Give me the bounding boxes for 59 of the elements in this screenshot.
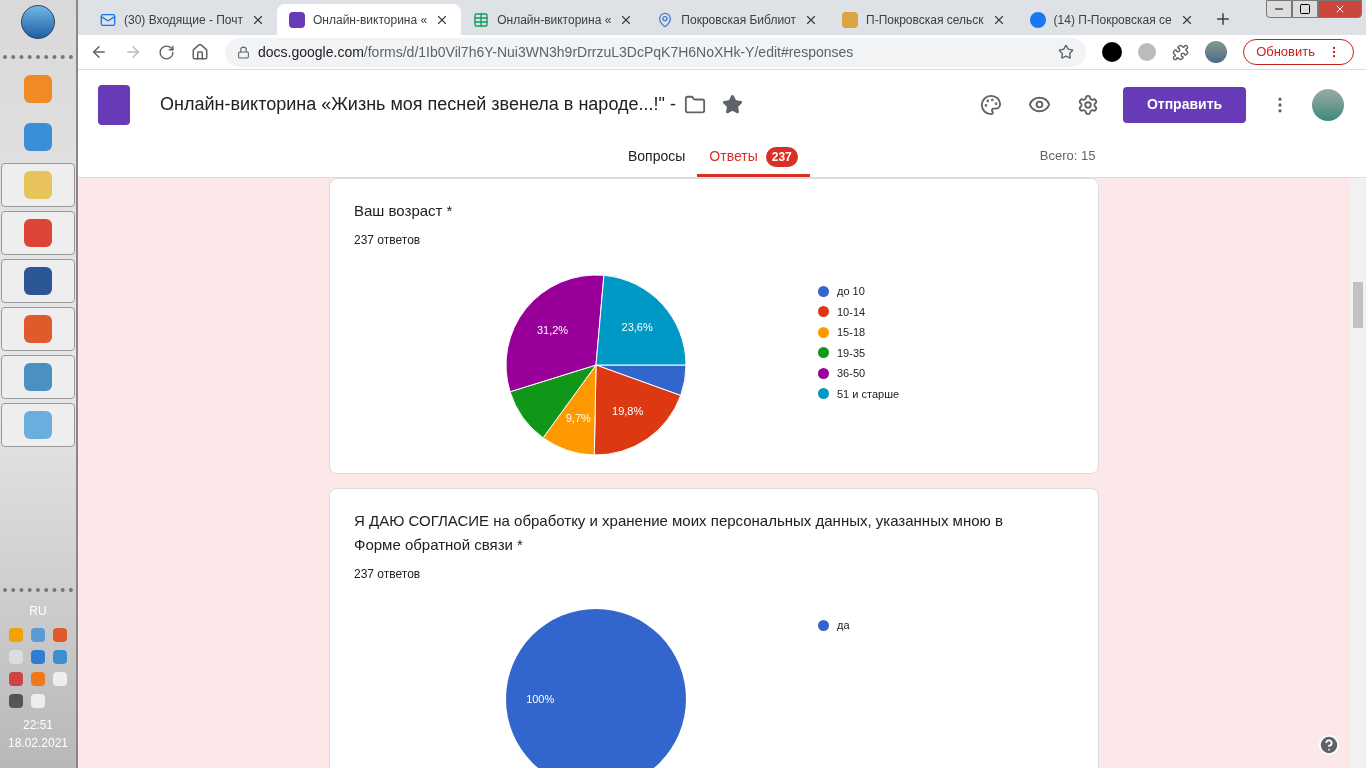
back-icon[interactable] [90, 43, 108, 61]
tab-title: Онлайн-викторина « [497, 11, 612, 29]
legend-label: 51 и старше [837, 386, 900, 402]
browser-tab[interactable]: П-Покровская сельск [830, 4, 1018, 35]
legend-label: 36-50 [837, 366, 866, 381]
slice-label: 19,8% [612, 404, 644, 417]
start-button[interactable] [21, 5, 55, 39]
tab-title: Покровская Библиот [681, 11, 796, 29]
close-icon [1334, 3, 1346, 15]
slice-label: 100% [526, 693, 555, 705]
browser-tab[interactable]: (30) Входящие - Почт [88, 4, 277, 35]
browser-tab[interactable]: Покровская Библиот [645, 4, 830, 35]
maximize-button[interactable] [1292, 0, 1318, 18]
star-icon[interactable] [721, 94, 743, 115]
total-count: Всего: 15 [1039, 146, 1096, 165]
browser-tab[interactable]: Онлайн-викторина « [461, 4, 646, 35]
legend-label: да [837, 618, 850, 633]
tab-title: (30) Входящие - Почт [124, 11, 243, 29]
legend-label: 19-35 [837, 345, 866, 361]
help-icon[interactable] [1318, 734, 1340, 756]
clock-time: 22:51 [23, 717, 53, 734]
sheet-icon [473, 11, 490, 28]
url-text: docs.google.com/forms/d/1Ib0Vil7h6Y-Nui3WN3h9rDrrzuL3DcPqK7H6NoXHk-Y/edit#responses [258, 42, 855, 62]
maximize-icon [1299, 3, 1311, 15]
bookmark-star-icon[interactable] [1058, 44, 1075, 60]
form-title: Онлайн-викторина «Жизнь моя песней звенела в народе...!" - [160, 93, 676, 116]
browser-tab[interactable]: (14) П-Покровская се [1017, 4, 1206, 35]
question-title: Я ДАЮ СОГЛАСИЕ на обработку и хранение моих персональных данных, указанных мною в Форме обратной связи * [354, 511, 1004, 555]
response-count: 237 ответов [354, 232, 422, 249]
form-tab[interactable]: Вопросы [616, 139, 698, 177]
home-icon[interactable] [191, 43, 209, 61]
minimize-button[interactable] [1266, 0, 1292, 18]
legend-label: 10-14 [837, 304, 866, 320]
extension-icon[interactable] [1102, 42, 1123, 62]
settings-icon[interactable] [1077, 93, 1099, 116]
lock-icon [237, 45, 250, 59]
legend-label: 15-18 [837, 325, 866, 340]
slice-label: 23,6% [621, 321, 653, 334]
reload-icon[interactable] [158, 43, 175, 61]
tab-title: Онлайн-викторина « [313, 11, 428, 29]
scrollbar[interactable] [1350, 178, 1366, 768]
response-count: 237 ответов [354, 566, 422, 583]
tab-title: П-Покровская сельск [866, 11, 984, 29]
tab-title: (14) П-Покровская се [1053, 11, 1172, 29]
count-badge: 237 [765, 146, 798, 167]
mail-icon [100, 11, 116, 28]
tray-icon[interactable] [9, 694, 23, 708]
browser-tab[interactable]: Онлайн-викторина « [277, 4, 462, 35]
pin-icon [657, 11, 674, 28]
legend-label: до 10 [837, 284, 865, 299]
account-avatar[interactable] [1312, 88, 1344, 121]
address-bar[interactable]: docs.google.com/forms/d/1Ib0Vil7h6Y-Nui3WN3h9rDrrzuL3DcPqK7H6NoXHk-Y/edit#responses [225, 37, 1087, 67]
slice-label: 31,2% [536, 323, 569, 336]
question-title: Ваш возраст * [354, 201, 454, 221]
clock-date: 18.02.2021 [7, 735, 69, 752]
slice-label: 9,7% [565, 411, 591, 424]
send-button[interactable]: Отправить [1123, 86, 1246, 123]
extensions-icon[interactable] [1172, 43, 1190, 61]
profile-avatar[interactable] [1205, 41, 1228, 63]
